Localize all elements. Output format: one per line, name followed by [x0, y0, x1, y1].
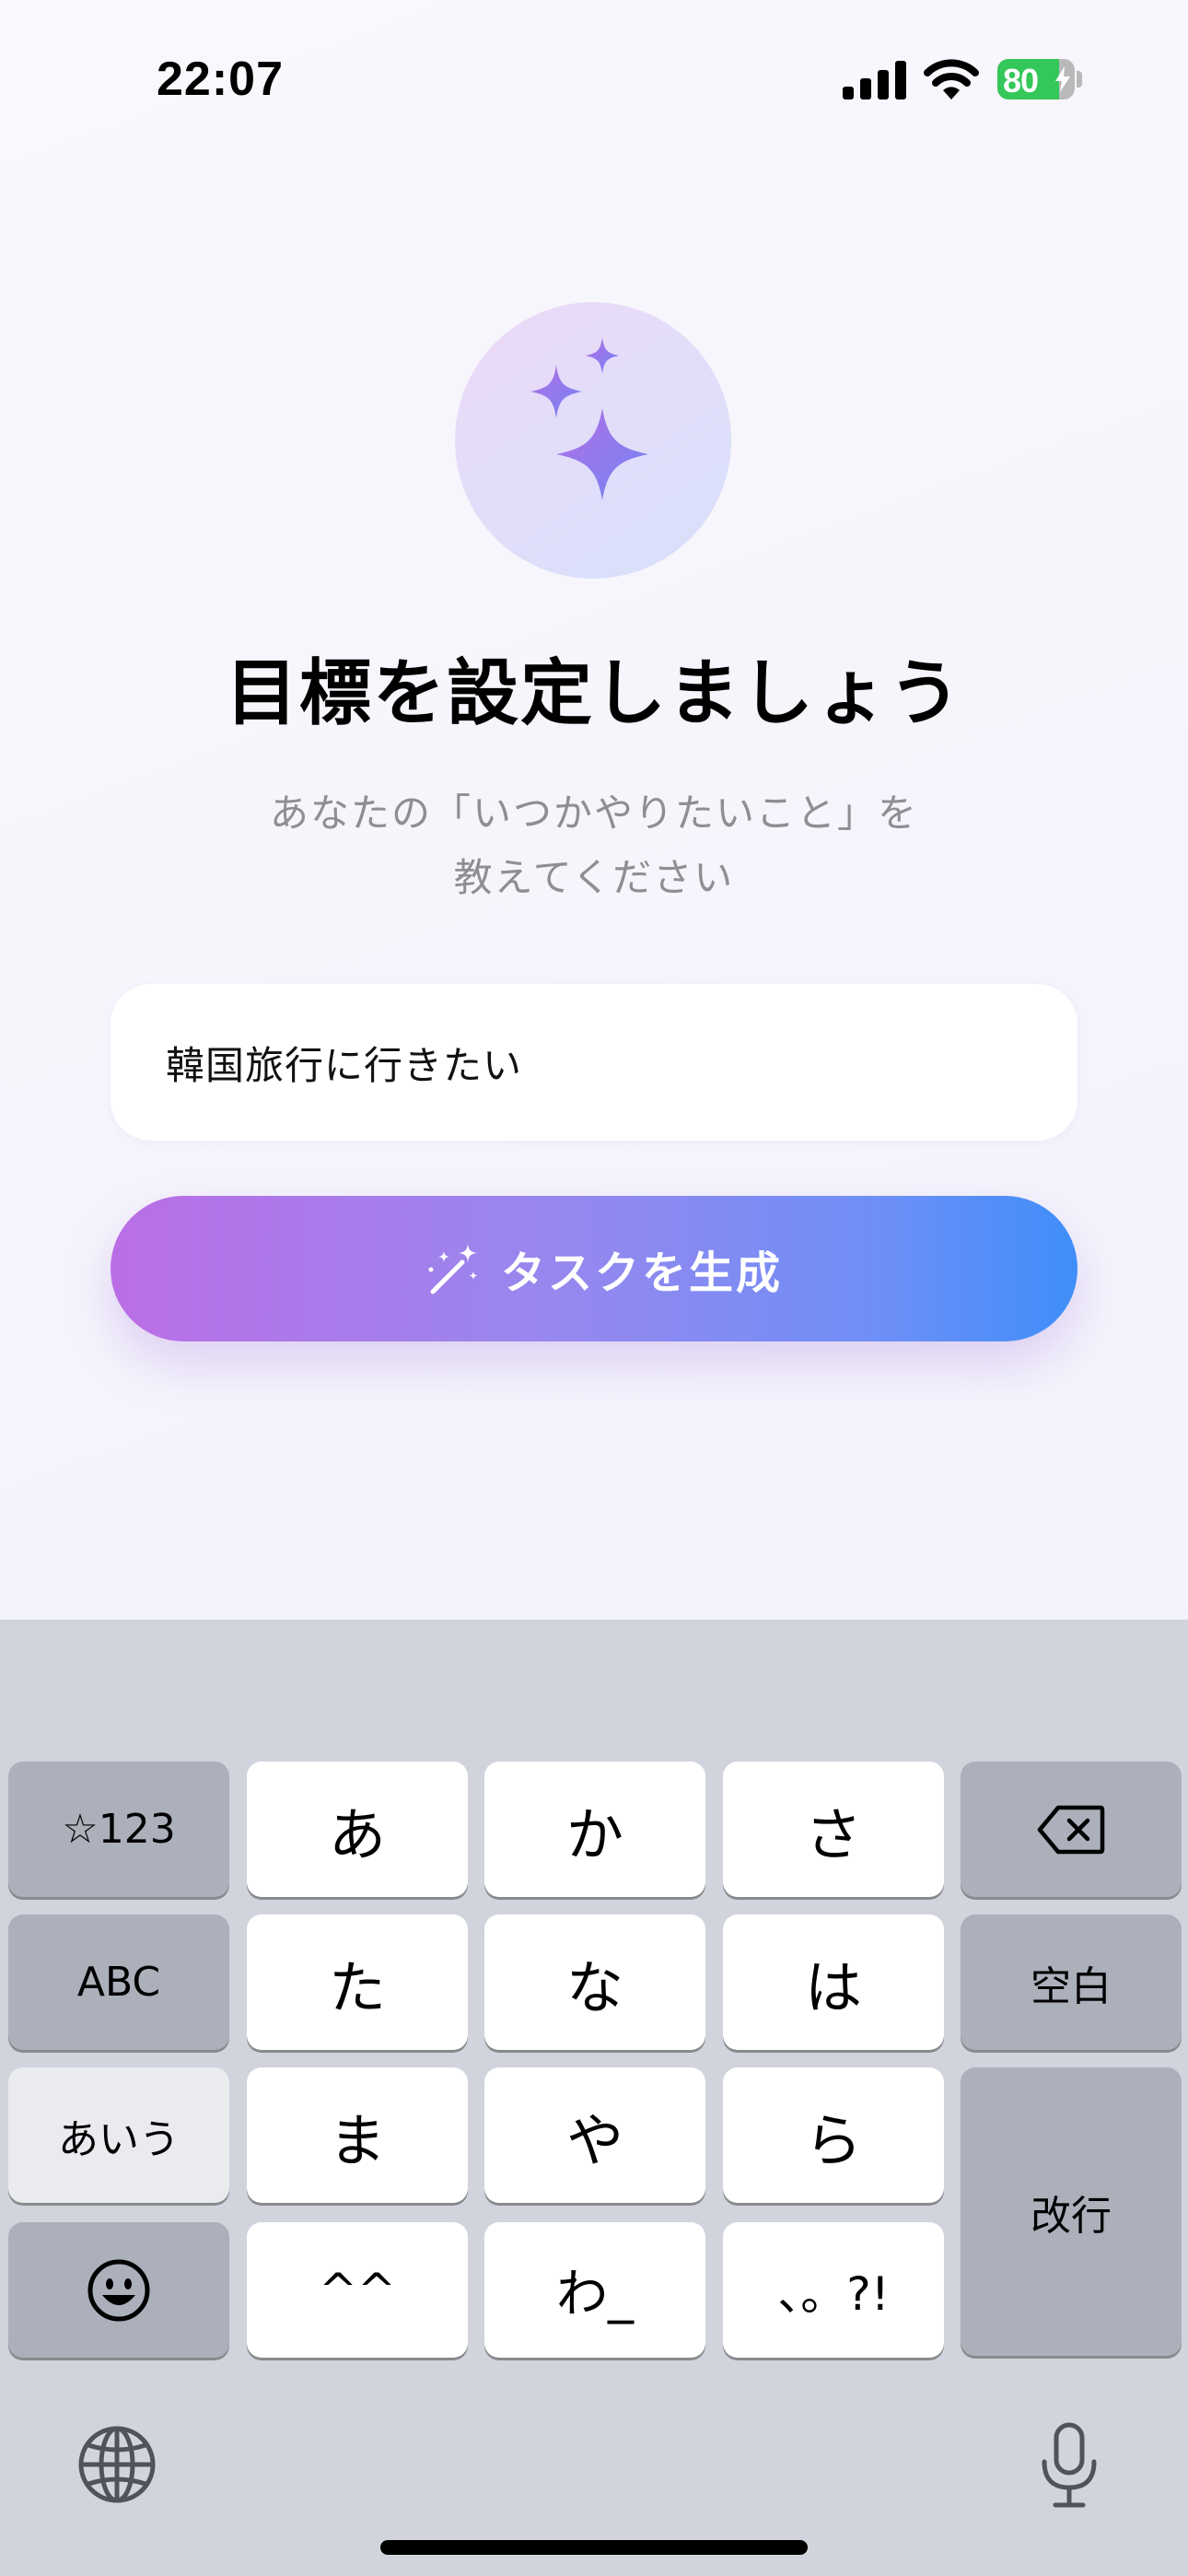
key-a[interactable]: あ — [247, 1762, 468, 1897]
kaomoji-key[interactable]: ^^ — [247, 2222, 468, 2358]
status-bar: 22:07 80 — [0, 0, 1188, 157]
magic-wand-icon — [428, 1244, 478, 1294]
return-key[interactable]: 改行 — [961, 2067, 1182, 2356]
goal-input-container[interactable] — [111, 984, 1077, 1141]
page-subtitle: あなたの「いつかやりたいこと」を 教えてください — [226, 781, 962, 910]
status-time: 22:07 — [157, 53, 284, 106]
space-key[interactable]: 空白 — [961, 1914, 1182, 2050]
key-ta[interactable]: た — [247, 1914, 468, 2050]
globe-icon[interactable] — [76, 2423, 158, 2506]
home-indicator — [380, 2540, 808, 2555]
wifi-icon — [924, 59, 979, 100]
emoji-key[interactable] — [8, 2222, 229, 2358]
generate-button-label: タスクを生成 — [501, 1247, 784, 1299]
kana-key[interactable]: あいう — [8, 2067, 229, 2203]
cellular-signal-icon — [843, 61, 906, 100]
key-ka[interactable]: か — [484, 1762, 705, 1897]
backspace-key[interactable] — [961, 1762, 1182, 1897]
page-title: 目標を設定しましょう — [225, 652, 962, 735]
key-na[interactable]: な — [484, 1914, 705, 2050]
goal-setup-screen: 22:07 80 目標を設定しましょう あなたの「いつかやりたいこと」を 教えて… — [0, 0, 1188, 2576]
key-ma[interactable]: ま — [247, 2067, 468, 2203]
goal-input[interactable] — [166, 984, 1050, 1141]
punctuation-key[interactable]: 、。?! — [723, 2222, 944, 2358]
key-ra[interactable]: ら — [723, 2067, 944, 2203]
key-sa[interactable]: さ — [723, 1762, 944, 1897]
backspace-icon — [1037, 1805, 1105, 1854]
battery-percent: 80 — [1003, 62, 1039, 100]
abc-key[interactable]: ABC — [8, 1914, 229, 2050]
sparkles-icon — [530, 337, 648, 500]
key-ha[interactable]: は — [723, 1914, 944, 2050]
hero-badge — [455, 302, 731, 579]
emoji-icon — [87, 2259, 150, 2321]
symbols-key[interactable]: ☆123 — [8, 1762, 229, 1897]
charging-bolt-icon — [1055, 66, 1070, 92]
subtitle-line: 教えてください — [453, 855, 735, 900]
subtitle-line: あなたの「いつかやりたいこと」を — [269, 790, 918, 836]
battery-indicator: 80 — [997, 59, 1075, 100]
battery-cap — [1077, 71, 1082, 88]
generate-tasks-button[interactable]: タスクを生成 — [111, 1196, 1077, 1341]
key-wa[interactable]: わ_ — [484, 2222, 705, 2358]
key-ya[interactable]: や — [484, 2067, 705, 2203]
microphone-icon[interactable] — [1039, 2421, 1100, 2510]
